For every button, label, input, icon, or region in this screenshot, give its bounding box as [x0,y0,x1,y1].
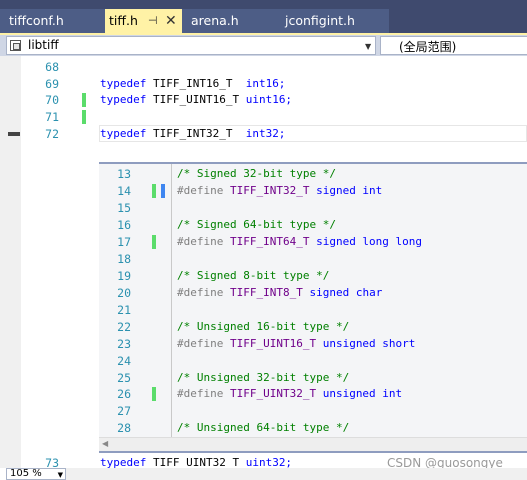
macro-name: TIFF_INT8_T [223,286,303,299]
tab-jconfigint-h[interactable]: jconfigint.h [276,9,389,33]
line-number: 70 [45,93,59,107]
line-number: 14 [117,184,131,198]
comment-line[interactable]: /* Unsigned 64-bit type */ [177,420,349,436]
project-dropdown[interactable]: libtiff ▼ [6,36,376,55]
define-line[interactable]: #define TIFF_UINT32_T unsigned int [177,386,402,402]
type-keyword: int32; [232,127,286,140]
line-number: 19 [117,269,131,283]
scroll-left-icon[interactable]: ◀ [102,439,108,448]
macro-name: TIFF_UINT32_T [223,387,317,400]
zoom-level: 105 % [10,468,42,479]
peek-definition-window[interactable]: 13 /* Signed 32-bit type */ 14 #define T… [99,162,527,451]
preprocessor: #define [177,184,224,197]
line-number: 72 [45,127,59,141]
change-bar [82,110,86,124]
pin-icon[interactable]: ⊣ [148,9,158,33]
peek-gutter-divider [171,164,172,437]
comment-line[interactable]: /* Signed 8-bit type */ [177,268,329,284]
type-keyword: int16; [232,77,286,90]
macro-name: TIFF_UINT16_T [223,337,317,350]
horizontal-scrollbar[interactable] [66,468,527,480]
line-number: 17 [117,235,131,249]
line-number: 21 [117,303,131,317]
line-number: 68 [45,60,59,74]
line-number: 69 [45,77,59,91]
line-number: 71 [45,110,59,124]
tab-label: jconfigint.h [285,13,355,28]
macro-value: unsigned int [316,387,403,400]
tab-label: tiffconf.h [9,13,64,28]
scope-label: (全局范围) [399,40,457,54]
chevron-down-icon[interactable]: ▼ [58,470,63,480]
project-name: libtiff [28,38,59,52]
preprocessor: #define [177,235,224,248]
define-line[interactable]: #define TIFF_INT8_T signed char [177,285,382,301]
keyword: typedef [100,93,147,106]
change-bar [82,93,86,107]
close-icon[interactable]: ✕ [165,9,177,33]
keyword: typedef [100,127,147,140]
peek-code-area[interactable]: 13 /* Signed 32-bit type */ 14 #define T… [99,164,527,437]
line-number: 18 [117,252,131,266]
keyword: typedef [100,77,147,90]
document-tab-bar: tiffconf.h tiff.h ⊣ ✕ arena.h jconfigint… [0,0,527,33]
comment-line[interactable]: /* Signed 64-bit type */ [177,217,336,233]
change-bar [152,235,156,249]
line-number: 25 [117,371,131,385]
selection-bar [161,184,165,198]
change-bar [152,387,156,401]
preprocessor: #define [177,286,224,299]
macro-value: signed int [309,184,383,197]
tab-arena-h[interactable]: arena.h [182,9,276,33]
define-line[interactable]: #define TIFF_INT32_T signed int [177,183,382,199]
line-number: 26 [117,387,131,401]
line-number: 15 [117,201,131,215]
current-statement-marker-icon [8,132,20,136]
type-keyword: uint16; [239,93,293,106]
type-name: TIFF_INT32_T [146,127,233,140]
tab-tiff-h[interactable]: tiff.h ⊣ ✕ [105,9,182,33]
macro-value: unsigned short [316,337,416,350]
line-number: 28 [117,421,131,435]
project-icon [10,40,21,51]
zoom-dropdown[interactable]: 105 % ▼ [6,468,66,480]
comment-line[interactable]: /* Unsigned 16-bit type */ [177,319,349,335]
define-line[interactable]: #define TIFF_INT64_T signed long long [177,234,422,250]
chevron-down-icon[interactable]: ▼ [365,42,371,51]
line-number: 13 [117,167,131,181]
line-number: 23 [117,337,131,351]
code-line[interactable]: typedef TIFF_INT16_T int16; [100,76,285,92]
tab-label: arena.h [191,13,239,28]
preprocessor: #define [177,337,224,350]
macro-value: signed long long [309,235,423,248]
change-bar [152,184,156,198]
line-number: 24 [117,354,131,368]
macro-value: signed char [302,286,383,299]
define-line[interactable]: #define TIFF_UINT16_T unsigned short [177,336,415,352]
comment-line[interactable]: /* Signed 32-bit type */ [177,166,336,182]
code-line[interactable]: typedef TIFF_UINT16_T uint16; [100,92,292,108]
comment-line[interactable]: /* Unsigned 32-bit type */ [177,370,349,386]
line-number: 22 [117,320,131,334]
line-number: 16 [117,218,131,232]
peek-horizontal-scrollbar[interactable]: ◀ [99,437,527,451]
line-number: 27 [117,404,131,418]
macro-name: TIFF_INT64_T [223,235,310,248]
tab-label: tiff.h [109,13,138,28]
code-line[interactable]: typedef TIFF_INT32_T int32; [100,126,285,142]
line-number: 20 [117,286,131,300]
indicator-margin [0,56,21,468]
type-name: TIFF_UINT16_T [146,93,240,106]
macro-name: TIFF_INT32_T [223,184,310,197]
navigation-bar: libtiff ▼ (全局范围) [0,35,527,56]
peek-window-bottom-border [99,451,527,453]
type-name: TIFF_INT16_T [146,77,233,90]
code-editor[interactable]: 68 69 typedef TIFF_INT16_T int16; 70 typ… [0,56,527,470]
preprocessor: #define [177,387,224,400]
tab-tiffconf-h[interactable]: tiffconf.h [0,9,105,33]
scope-dropdown[interactable]: (全局范围) [380,36,527,55]
